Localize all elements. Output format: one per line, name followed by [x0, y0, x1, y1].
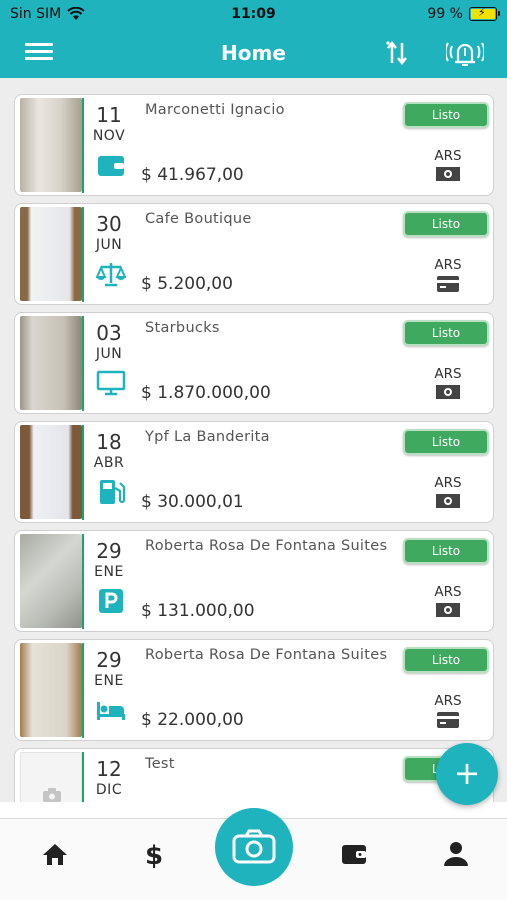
- home-icon[interactable]: [40, 839, 70, 869]
- merchant-name: Starbucks: [145, 320, 220, 336]
- status-badge[interactable]: Listo: [403, 320, 489, 346]
- fuel-icon: [100, 480, 126, 504]
- receipt-card[interactable]: 11 NOV Marconetti Ignacio $ 41.967,00 Li…: [14, 94, 494, 196]
- merchant-name: Cafe Boutique: [145, 211, 252, 227]
- app-bar: Home: [0, 30, 507, 78]
- receipt-day: 12: [96, 757, 122, 781]
- parking-icon: [99, 589, 123, 613]
- receipt-card[interactable]: 18 ABR Ypf La Banderita $ 30.000,01 List…: [14, 421, 494, 523]
- receipt-month: ABR: [93, 455, 125, 471]
- receipt-day: 03: [96, 321, 122, 345]
- status-badge[interactable]: Listo: [403, 211, 489, 237]
- status-badge[interactable]: Listo: [403, 429, 489, 455]
- wallet-icon[interactable]: [339, 839, 369, 869]
- bed-icon: [97, 702, 125, 720]
- battery-icon: ⚡: [469, 6, 500, 21]
- receipt-amount: $ 22.000,00: [141, 710, 244, 730]
- dollar-icon[interactable]: $: [139, 839, 169, 869]
- receipt-month: NOV: [92, 128, 126, 144]
- merchant-name: Roberta Rosa De Fontana Suites: [145, 538, 388, 554]
- cash-icon: [436, 603, 460, 617]
- page-title: Home: [221, 41, 286, 65]
- status-badge[interactable]: Listo: [403, 102, 489, 128]
- status-badge[interactable]: Listo: [403, 647, 489, 673]
- receipt-thumbnail[interactable]: [20, 534, 82, 628]
- receipt-card[interactable]: 29 ENE Roberta Rosa De Fontana Suites $ …: [14, 639, 494, 741]
- receipt-amount: $ 41.967,00: [141, 165, 244, 185]
- receipt-month: ENE: [94, 564, 124, 580]
- battery-group: 99 % ⚡: [427, 6, 500, 22]
- currency-label: ARS: [434, 693, 462, 709]
- merchant-name: Test: [145, 756, 175, 772]
- merchant-name: Ypf La Banderita: [145, 429, 270, 445]
- add-button-label: +: [453, 754, 481, 792]
- receipt-card[interactable]: 29 ENE Roberta Rosa De Fontana Suites $ …: [14, 530, 494, 632]
- currency-label: ARS: [434, 584, 462, 600]
- currency-label: ARS: [434, 257, 462, 273]
- receipt-month: JUN: [95, 346, 123, 362]
- status-bar: Sin SIM 11:09 99 % ⚡: [0, 0, 507, 30]
- sort-icon[interactable]: [382, 38, 412, 68]
- receipt-day: 29: [96, 539, 122, 563]
- monitor-icon: [96, 370, 126, 396]
- receipt-day: 11: [96, 103, 122, 127]
- receipt-amount: $ 30.000,01: [141, 492, 244, 512]
- receipt-day: 29: [96, 648, 122, 672]
- card-icon: [437, 276, 459, 292]
- receipt-amount: $ 131.000,00: [141, 601, 255, 621]
- receipt-thumbnail[interactable]: [20, 425, 82, 519]
- receipt-thumbnail[interactable]: [20, 752, 82, 802]
- receipt-card[interactable]: 30 JUN Cafe Boutique $ 5.200,00 Listo AR…: [14, 203, 494, 305]
- receipt-month: DIC: [95, 782, 123, 798]
- card-icon: [437, 712, 459, 728]
- add-receipt-button[interactable]: +: [436, 743, 498, 805]
- receipt-list[interactable]: 11 NOV Marconetti Ignacio $ 41.967,00 Li…: [0, 78, 507, 802]
- cash-icon: [436, 494, 460, 508]
- cash-icon: [436, 167, 460, 181]
- camera-button[interactable]: [215, 808, 293, 886]
- camera-placeholder-icon: [43, 788, 61, 802]
- currency-label: ARS: [434, 148, 462, 164]
- receipt-thumbnail[interactable]: [20, 316, 82, 410]
- battery-percent: 99 %: [427, 6, 463, 22]
- svg-text:$: $: [145, 841, 163, 869]
- receipt-card[interactable]: 12 DIC Test Listo: [14, 748, 494, 802]
- status-badge[interactable]: Listo: [403, 538, 489, 564]
- wallet-icon: [98, 156, 124, 176]
- camera-icon: [232, 829, 276, 864]
- receipt-card[interactable]: 03 JUN Starbucks $ 1.870.000,00 Listo AR…: [14, 312, 494, 414]
- receipt-thumbnail[interactable]: [20, 98, 82, 192]
- receipt-amount: $ 5.200,00: [141, 274, 233, 294]
- user-icon[interactable]: [441, 839, 471, 869]
- receipt-month: JUN: [95, 237, 123, 253]
- scale-icon: [96, 263, 126, 287]
- merchant-name: Roberta Rosa De Fontana Suites: [145, 647, 388, 663]
- alarm-bell-icon[interactable]: [446, 36, 484, 70]
- receipt-thumbnail[interactable]: [20, 643, 82, 737]
- currency-label: ARS: [434, 475, 462, 491]
- cash-icon: [436, 385, 460, 399]
- receipt-day: 18: [96, 430, 122, 454]
- receipt-thumbnail[interactable]: [20, 207, 82, 301]
- receipt-month: ENE: [94, 673, 124, 689]
- receipt-amount: $ 1.870.000,00: [141, 383, 271, 403]
- currency-label: ARS: [434, 366, 462, 382]
- merchant-name: Marconetti Ignacio: [145, 102, 285, 118]
- receipt-day: 30: [96, 212, 122, 236]
